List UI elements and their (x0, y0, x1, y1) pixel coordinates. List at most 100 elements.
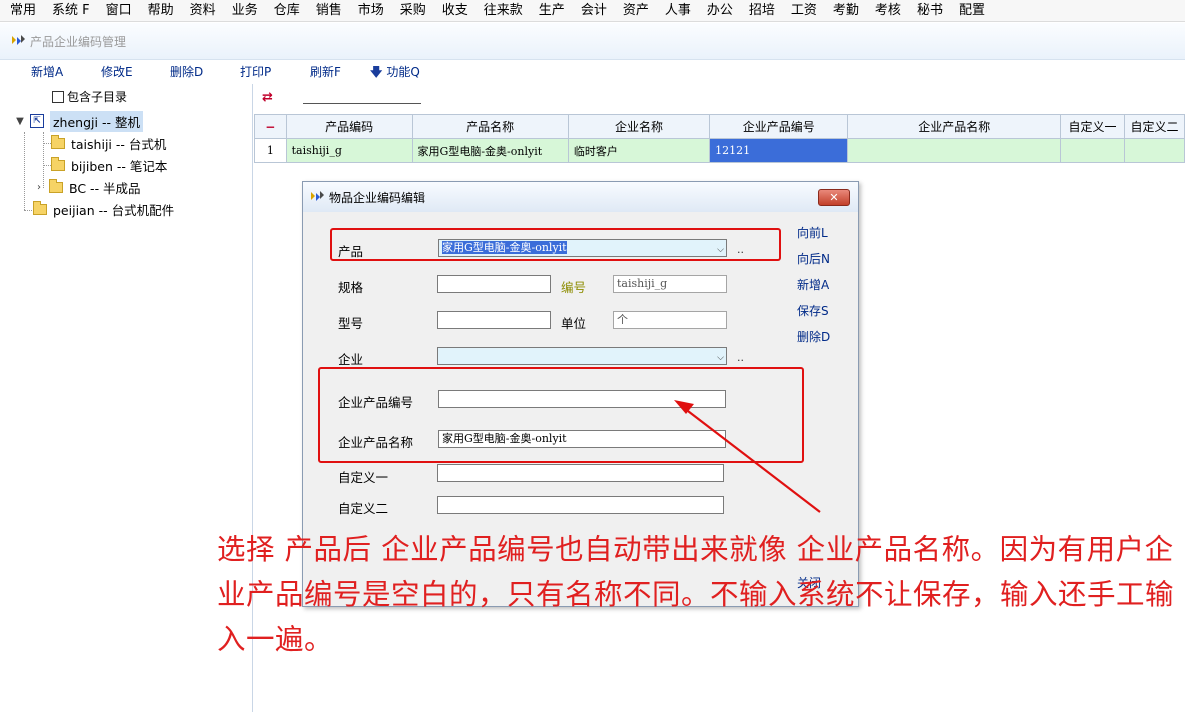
tree-item-peijian[interactable]: peijian -- 台式机配件 (33, 199, 174, 219)
cell-custom2[interactable] (1123, 138, 1185, 163)
product-select[interactable]: 家用G型电脑-金奥-onlyit ⌵ (438, 239, 727, 257)
company-browse-button[interactable]: .. (737, 351, 744, 364)
unit-field[interactable]: 个 (613, 311, 727, 329)
chevron-down-icon[interactable]: ⌵ (717, 350, 724, 364)
spec-field[interactable] (437, 275, 551, 293)
company-product-name-label: 企业产品名称 (338, 435, 414, 450)
table-row[interactable]: 1 taishiji_g 家用G型电脑-金奥-onlyit 临时客户 12121 (254, 138, 1185, 163)
delete-button[interactable]: 删除D (170, 63, 203, 80)
menu-item-15[interactable]: 人事 (657, 0, 699, 22)
new-button[interactable]: 新增A (797, 276, 829, 293)
delete-button[interactable]: 删除D (797, 328, 830, 345)
company-product-name-field[interactable]: 家用G型电脑-金奥-onlyit (438, 430, 726, 448)
product-label: 产品 (338, 244, 364, 259)
menu-item-13[interactable]: 会计 (573, 0, 615, 22)
column-header-product-code[interactable]: 产品编码 (285, 114, 413, 139)
close-icon[interactable]: ✕ (818, 189, 850, 206)
custom1-label: 自定义一 (338, 470, 389, 485)
column-header-company-name[interactable]: 企业名称 (567, 114, 711, 139)
tree-connector (24, 210, 32, 211)
tree-item-bijiben[interactable]: bijiben -- 笔记本 (37, 155, 167, 175)
menu-item-5[interactable]: 业务 (224, 0, 266, 22)
tree-item-taishiji[interactable]: taishiji -- 台式机 (37, 133, 166, 153)
code-field[interactable]: taishiji_g (613, 275, 727, 293)
cell-company-product-name[interactable] (847, 138, 1062, 163)
custom2-field[interactable] (437, 496, 724, 514)
menu-item-20[interactable]: 考核 (867, 0, 909, 22)
cell-custom1[interactable] (1060, 138, 1125, 163)
custom1-field[interactable] (437, 464, 724, 482)
column-header-custom2[interactable]: 自定义二 (1123, 114, 1185, 139)
arrow-down-icon: 🡇 (370, 65, 383, 79)
menu-item-4[interactable]: 资料 (182, 0, 224, 22)
save-button[interactable]: 保存S (797, 302, 829, 319)
model-label: 型号 (338, 316, 364, 331)
tree-item-bc[interactable]: › BC -- 半成品 (33, 177, 141, 197)
menu-item-7[interactable]: 销售 (308, 0, 350, 22)
model-field[interactable] (437, 311, 551, 329)
unit-label: 单位 (561, 316, 587, 331)
menu-item-6[interactable]: 仓库 (266, 0, 308, 22)
menu-item-19[interactable]: 考勤 (825, 0, 867, 22)
next-button[interactable]: 向后N (797, 250, 830, 267)
chevron-right-icon[interactable]: › (33, 182, 45, 193)
tree-item-label: peijian -- 台式机配件 (53, 202, 175, 218)
cell-company-name[interactable]: 临时客户 (567, 138, 711, 163)
dialog-title-bar[interactable]: 物品企业编码编辑 (303, 182, 858, 212)
print-button[interactable]: 打印P (240, 63, 271, 80)
menu-item-11[interactable]: 往来款 (476, 0, 531, 22)
toolbar: 新增A 修改E 删除D 打印P 刷新F 🡇 功能Q (0, 60, 1185, 84)
menu-item-2[interactable]: 窗口 (98, 0, 140, 22)
functions-button[interactable]: 🡇 功能Q (370, 63, 420, 84)
company-select[interactable]: ⌵ (437, 347, 727, 365)
menu-item-3[interactable]: 帮助 (140, 0, 182, 22)
company-label: 企业 (338, 352, 364, 367)
company-product-code-label: 企业产品编号 (338, 395, 414, 410)
prev-button[interactable]: 向前L (797, 224, 828, 241)
tree-item-label: bijiben -- 笔记本 (71, 158, 168, 174)
chevron-down-icon[interactable]: ▼ (14, 116, 26, 127)
tree-item-label: taishiji -- 台式机 (71, 136, 167, 152)
menu-item-17[interactable]: 招培 (741, 0, 783, 22)
spec-label: 规格 (338, 280, 364, 295)
folder-icon (49, 178, 63, 193)
menu-item-22[interactable]: 配置 (951, 0, 993, 22)
product-browse-button[interactable]: .. (737, 243, 744, 256)
collapse-column-header[interactable]: − (254, 114, 287, 139)
menu-bar: 常用 系统 F 窗口 帮助 资料 业务 仓库 销售 市场 采购 收支 往来款 生产 会计 资产 人事 办公 招培工… (0, 0, 1185, 22)
product-code-table: − 产品编码 产品名称 企业名称 企业产品编号 企业产品名称 自定义一 自定义二… (254, 114, 1185, 163)
folder-icon (51, 134, 65, 149)
category-tree-pane: 包含子目录 ▼ ⇱ zhengji -- 整机 taishiji -- 台式机 … (0, 84, 253, 712)
dialog-title: 物品企业编码编辑 (329, 190, 426, 205)
menu-item-12[interactable]: 生产 (531, 0, 573, 22)
menu-item-14[interactable]: 资产 (615, 0, 657, 22)
menu-item-18[interactable]: 工资 (783, 0, 825, 22)
menu-item-9[interactable]: 采购 (392, 0, 434, 22)
menu-item-0[interactable]: 常用 (2, 0, 44, 22)
cell-product-code[interactable]: taishiji_g (285, 138, 413, 163)
checkbox-box[interactable] (52, 90, 64, 103)
swap-arrows-icon[interactable]: ⇄ (262, 90, 273, 105)
menu-item-21[interactable]: 秘书 (909, 0, 951, 22)
cell-company-product-code[interactable]: 12121 (709, 138, 849, 163)
tree-item-zhengji[interactable]: ▼ ⇱ zhengji -- 整机 (14, 110, 143, 132)
menu-item-16[interactable]: 办公 (699, 0, 741, 22)
cell-product-name[interactable]: 家用G型电脑-金奥-onlyit (411, 138, 569, 163)
table-header-row: − 产品编码 产品名称 企业名称 企业产品编号 企业产品名称 自定义一 自定义二 (254, 114, 1185, 139)
column-header-product-name[interactable]: 产品名称 (411, 114, 569, 139)
chevron-down-icon[interactable]: ⌵ (717, 242, 724, 256)
menu-item-10[interactable]: 收支 (434, 0, 476, 22)
edit-button[interactable]: 修改E (101, 63, 133, 80)
menu-item-8[interactable]: 市场 (350, 0, 392, 22)
column-header-company-product-code[interactable]: 企业产品编号 (709, 114, 849, 139)
refresh-button[interactable]: 刷新F (310, 63, 341, 80)
grid-toolbar: ⇄ (262, 90, 273, 105)
folder-icon (51, 156, 65, 171)
add-button[interactable]: 新增A (31, 63, 63, 80)
menu-item-1[interactable]: 系统 F (44, 0, 98, 22)
column-header-custom1[interactable]: 自定义一 (1060, 114, 1125, 139)
include-subdirs-checkbox[interactable]: 包含子目录 (52, 88, 127, 105)
document-icon: ⇱ (30, 114, 44, 128)
company-product-code-field[interactable] (438, 390, 726, 408)
column-header-company-product-name[interactable]: 企业产品名称 (847, 114, 1062, 139)
